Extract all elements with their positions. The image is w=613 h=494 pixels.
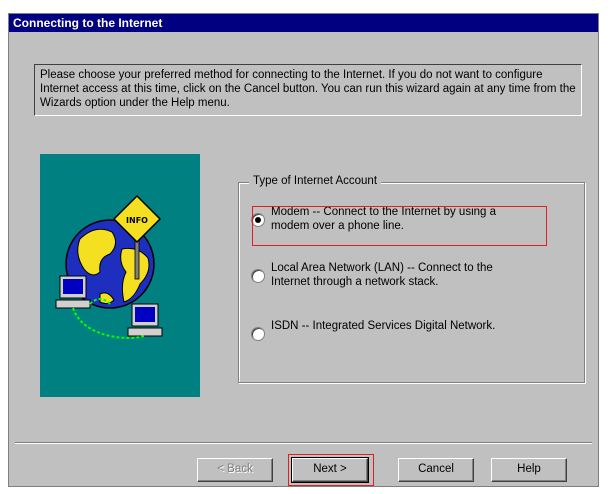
cancel-button[interactable]: Cancel [398,458,474,482]
wizard-dialog: Connecting to the Internet Please choose… [8,13,599,487]
option-isdn[interactable]: ISDN -- Integrated Services Digital Netw… [251,319,526,341]
dialog-title: Connecting to the Internet [9,14,598,32]
button-separator [15,442,592,444]
lan-radio[interactable] [251,269,265,283]
help-button[interactable]: Help [491,458,567,482]
group-title: Type of Internet Account [249,175,382,187]
internet-illustration: INFO [40,154,200,397]
isdn-label: ISDN -- Integrated Services Digital Netw… [271,320,496,332]
back-button[interactable]: < Back [197,458,273,482]
modem-highlight-box [252,206,547,246]
isdn-radio[interactable] [251,327,265,341]
globe-computers-icon: INFO [55,194,163,339]
next-highlight-box [288,454,374,486]
lan-label: Local Area Network (LAN) -- Connect to t… [271,262,493,288]
info-sign-text: INFO [126,216,148,225]
intro-text: Please choose your preferred method for … [34,64,582,116]
option-lan[interactable]: Local Area Network (LAN) -- Connect to t… [251,261,526,289]
